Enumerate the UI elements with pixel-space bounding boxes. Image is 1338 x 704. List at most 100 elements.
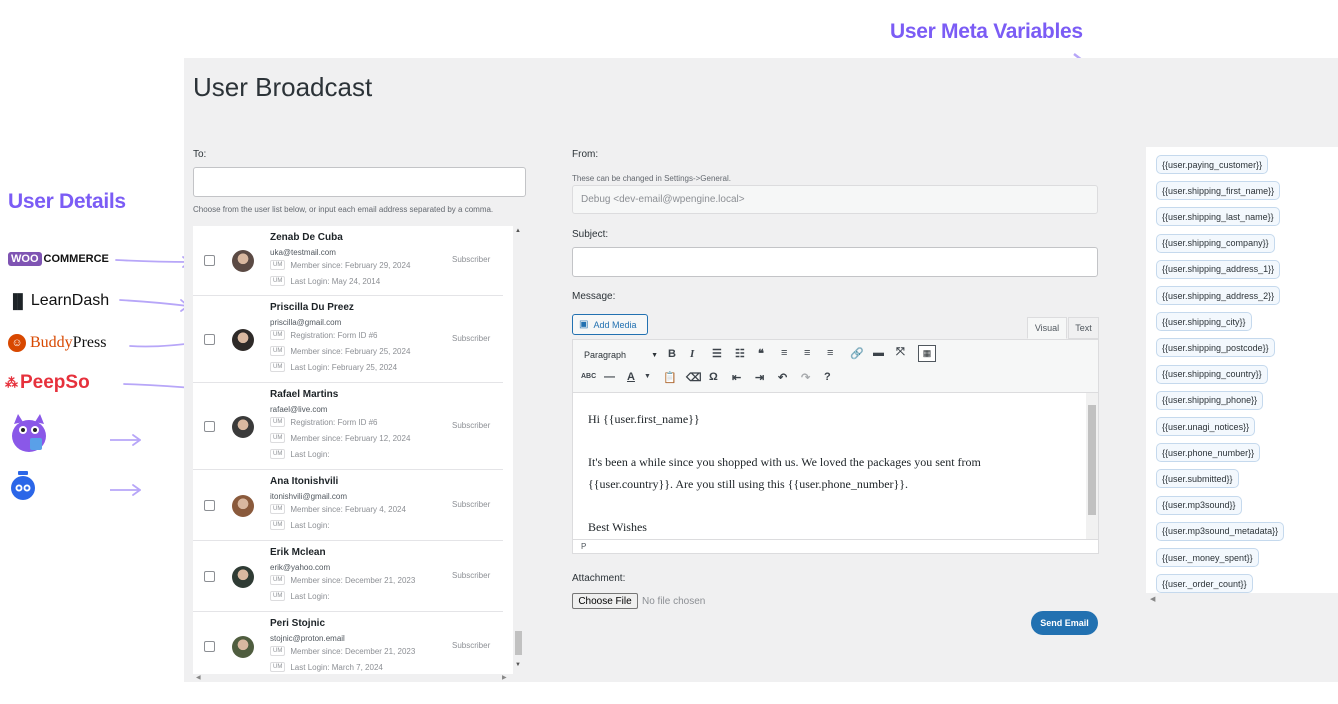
meta-variable-tag[interactable]: {{user.shipping_last_name}} (1156, 207, 1280, 227)
meta-variable-tag[interactable]: {{user.shipping_address_1}} (1156, 259, 1281, 279)
meta-variable-tag[interactable]: {{user.shipping_country}} (1156, 364, 1268, 384)
user-name: Rafael Martins (270, 389, 339, 400)
align-center-icon[interactable]: ≡ (804, 347, 810, 359)
link-icon[interactable]: 🔗 (850, 347, 864, 360)
subject-input[interactable] (572, 247, 1098, 277)
user-role: Subscriber (452, 255, 491, 264)
user-row[interactable]: Zenab De Cuba uka@testmail.com UM Member si… (193, 226, 503, 296)
toolbar-toggle-icon[interactable]: ▦ (918, 345, 936, 362)
paste-text-icon[interactable]: 📋 (663, 371, 677, 384)
user-role: Subscriber (452, 500, 491, 509)
meta-variable-tag[interactable]: {{user._order_count}} (1156, 574, 1253, 594)
avatar (232, 566, 254, 588)
meta-variable-tag[interactable]: {{user.shipping_city}} (1156, 312, 1252, 332)
text-color-icon[interactable]: A (627, 371, 635, 383)
user-checkbox[interactable] (204, 334, 215, 345)
user-email: uka@testmail.com (270, 248, 336, 257)
meta-variable-tag[interactable]: {{user._money_spent}} (1156, 548, 1259, 567)
help-icon[interactable]: ? (824, 371, 831, 383)
user-list-scrollbar[interactable]: ▲ ▼ (513, 226, 524, 682)
clear-formatting-icon[interactable]: ⌫ (686, 371, 702, 384)
scroll-left-icon[interactable]: ◀ (196, 674, 201, 681)
tab-visual[interactable]: Visual (1027, 317, 1067, 339)
to-input[interactable] (193, 167, 526, 197)
clock-logo-icon (11, 471, 35, 500)
user-row[interactable]: Peri Stojnic stojnic@proton.email UM Member… (193, 612, 503, 682)
avatar (232, 636, 254, 658)
editor-scrollbar[interactable] (1086, 393, 1098, 539)
meta-variable-tag[interactable]: {{user.paying_customer}} (1156, 155, 1269, 174)
meta-variable-tag[interactable]: {{user.mp3sound}} (1156, 495, 1242, 515)
user-row[interactable]: Ana Itonishvili itonishvili@gmail.com UM Me… (193, 470, 503, 541)
user-role: Subscriber (452, 334, 491, 343)
user-row[interactable]: Priscilla Du Preez priscilla@gmail.com UM R… (193, 296, 503, 383)
meta-variable-tag[interactable]: {{user.shipping_company}} (1156, 233, 1275, 253)
to-help-text: Choose from the user list below, or inpu… (193, 205, 494, 214)
user-checkbox[interactable] (204, 255, 215, 266)
status-path: P (581, 542, 587, 551)
blockquote-icon[interactable]: ❝ (758, 347, 764, 360)
editor-toolbar: Paragraph ▼ B I ☰ ☷ ❝ ≡ ≡ ≡ 🔗 ▬ ⤧ ▦ ABC —… (572, 339, 1099, 393)
user-checkbox[interactable] (204, 571, 215, 582)
user-meta-line: UM Member since: December 21, 2023 (270, 575, 415, 585)
editor-scrollbar-thumb[interactable] (1088, 405, 1096, 515)
special-character-icon[interactable]: Ω (709, 371, 718, 383)
strikethrough-icon[interactable]: ABC (581, 373, 596, 380)
meta-variable-tag[interactable]: {{user.shipping_postcode}} (1156, 338, 1275, 358)
scroll-down-icon[interactable]: ▼ (515, 662, 521, 668)
user-email: erik@yahoo.com (270, 563, 331, 572)
add-media-label: Add Media (593, 319, 637, 330)
user-meta-line: UM Last Login: (270, 520, 329, 530)
scroll-up-icon[interactable]: ▲ (515, 228, 521, 234)
italic-icon[interactable]: I (690, 348, 694, 360)
undo-icon[interactable]: ↶ (778, 371, 787, 384)
read-more-icon[interactable]: ▬ (873, 347, 884, 359)
meta-variable-tag[interactable]: {{user.phone_number}} (1156, 443, 1261, 463)
message-editor[interactable]: Hi {{user.first_name}} It's been a while… (572, 393, 1099, 539)
user-list-hscrollbar[interactable]: ◀ ▶ (193, 674, 513, 682)
tab-text[interactable]: Text (1068, 317, 1099, 339)
user-email: stojnic@proton.email (270, 634, 345, 643)
meta-variable-tag[interactable]: {{user.shipping_first_name}} (1156, 181, 1281, 201)
arrow-learndash-icon (119, 299, 189, 307)
indent-icon[interactable]: ⇥ (755, 371, 764, 384)
format-select[interactable]: Paragraph ▼ (579, 346, 663, 364)
send-email-button[interactable]: Send Email (1031, 611, 1098, 635)
user-list[interactable]: Zenab De Cuba uka@testmail.com UM Member si… (193, 226, 513, 682)
um-badge: UM (270, 520, 286, 530)
outdent-icon[interactable]: ⇤ (732, 371, 741, 384)
align-right-icon[interactable]: ≡ (827, 347, 833, 359)
user-row[interactable]: Rafael Martins rafael@live.com UM Registrat… (193, 383, 503, 470)
meta-scroll-left-icon[interactable]: ◀ (1150, 595, 1155, 603)
user-meta-line: UM Member since: February 4, 2024 (270, 504, 406, 514)
user-name: Erik Mclean (270, 547, 326, 558)
meta-variable-tag[interactable]: {{user.mp3sound_metadata}} (1156, 521, 1285, 541)
add-media-button[interactable]: ▣ Add Media (572, 314, 648, 335)
user-meta-text: Registration: Form ID #6 (290, 330, 378, 340)
text-color-chevron-icon[interactable]: ▼ (644, 373, 651, 380)
user-checkbox[interactable] (204, 421, 215, 432)
scrollbar-thumb[interactable] (515, 631, 522, 655)
meta-variable-tag[interactable]: {{user.shipping_address_2}} (1156, 286, 1281, 305)
user-checkbox[interactable] (204, 500, 215, 511)
horizontal-line-icon[interactable]: — (604, 371, 615, 383)
user-meta-text: Last Login: (290, 520, 330, 530)
numbered-list-icon[interactable]: ☷ (735, 347, 745, 360)
user-row[interactable]: Erik Mclean erik@yahoo.com UM Member since:… (193, 541, 503, 612)
woocommerce-label: COMMERCE (43, 253, 109, 265)
user-checkbox[interactable] (204, 641, 215, 652)
user-meta-line: UM Member since: February 12, 2024 (270, 433, 410, 443)
user-meta-line: UM Last Login: (270, 591, 329, 601)
scroll-right-icon[interactable]: ▶ (502, 674, 507, 681)
redo-icon[interactable]: ↷ (801, 371, 810, 384)
meta-variable-tag[interactable]: {{user.submitted}} (1156, 469, 1239, 489)
align-left-icon[interactable]: ≡ (781, 347, 787, 359)
fullscreen-icon[interactable]: ⤧ (896, 346, 905, 359)
choose-file-button[interactable]: Choose File (572, 593, 638, 609)
bold-icon[interactable]: B (668, 348, 676, 360)
user-email: itonishvili@gmail.com (270, 492, 348, 501)
meta-variable-tag[interactable]: {{user.unagi_notices}} (1156, 417, 1256, 436)
meta-variable-tag[interactable]: {{user.shipping_phone}} (1156, 390, 1264, 410)
bullet-list-icon[interactable]: ☰ (712, 347, 722, 360)
from-label: From: (572, 149, 599, 160)
